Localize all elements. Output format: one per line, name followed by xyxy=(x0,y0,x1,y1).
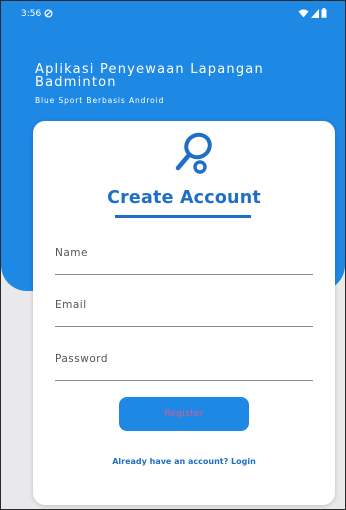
signal-icon xyxy=(311,8,319,18)
app-subtitle: Blue Sport Berbasis Android xyxy=(35,96,165,105)
password-field[interactable]: Password xyxy=(55,347,313,381)
name-field[interactable]: Name xyxy=(55,241,313,275)
app-title: Aplikasi Penyewaan Lapangan Badminton xyxy=(35,62,264,90)
battery-icon xyxy=(321,8,327,18)
email-field[interactable]: Email xyxy=(55,293,313,327)
status-time: 3:56 xyxy=(21,9,42,19)
password-field-underline xyxy=(55,380,313,381)
page-title: Create Account xyxy=(107,188,261,208)
register-card: Create Account Name Email Password Regis… xyxy=(33,121,335,505)
email-field-underline xyxy=(55,326,313,327)
register-button[interactable]: Register xyxy=(119,397,249,431)
name-field-hint: Name xyxy=(55,247,88,259)
wifi-icon xyxy=(298,9,309,17)
name-field-underline xyxy=(55,274,313,275)
password-field-hint: Password xyxy=(55,353,109,365)
do-not-disturb-icon xyxy=(44,9,53,18)
status-icons xyxy=(298,8,327,18)
status-bar: 3:56 xyxy=(1,1,345,27)
phone-screen: 3:56 Aplikasi Penyewaan Lapangan Badmint… xyxy=(0,0,346,510)
login-link[interactable]: Already have an account? Login xyxy=(33,457,335,466)
title-underline xyxy=(115,215,251,218)
badminton-racket-icon xyxy=(175,132,212,174)
email-field-hint: Email xyxy=(55,299,87,311)
